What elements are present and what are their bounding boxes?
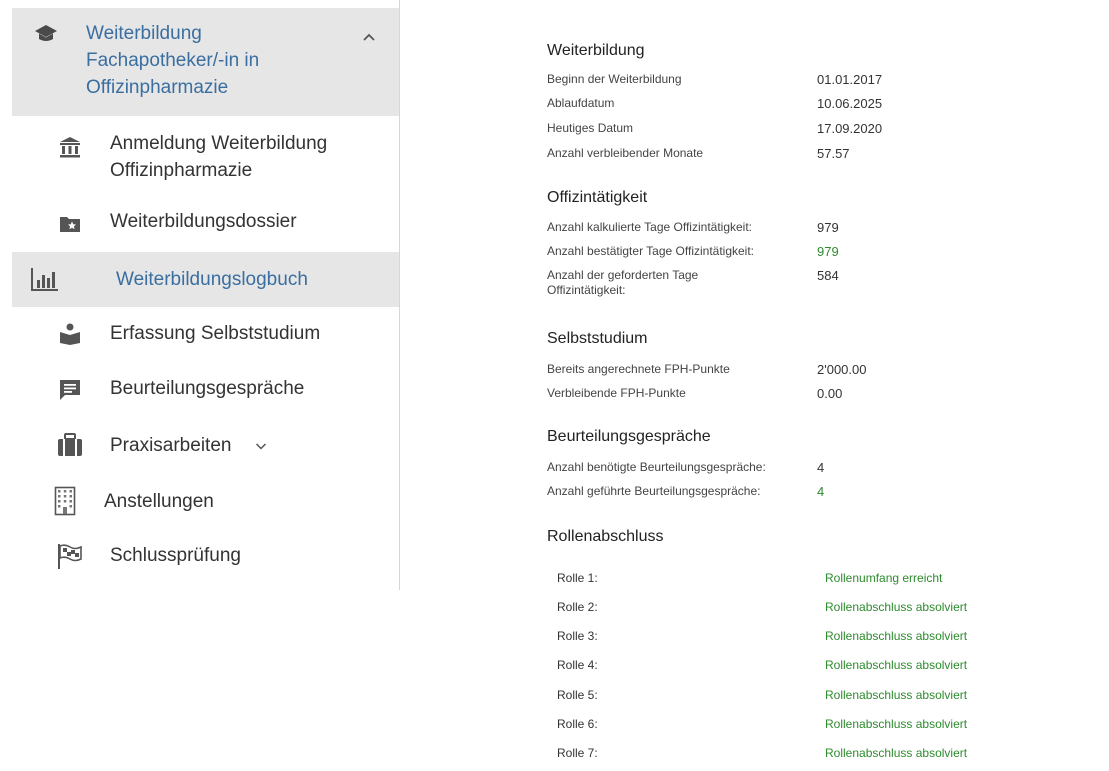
sidebar-group-weiterbildung[interactable]: Weiterbildung Fachapotheker/-in in Offiz…	[12, 8, 399, 116]
sidebar-item-anmeldung[interactable]: Anmeldung Weiterbildung Offizinpharmazie	[12, 122, 399, 192]
rolle-label: Rolle 5:	[557, 688, 598, 702]
building-icon	[54, 486, 76, 516]
sidebar-item-praxisarbeiten[interactable]: Praxisarbeiten	[12, 418, 399, 473]
rolle-status: Rollenabschluss absolviert	[825, 746, 968, 760]
sidebar-item-weiterbildungsdossier[interactable]: Weiterbildungsdossier	[12, 196, 399, 251]
section-title-weiterbildung: Weiterbildung	[547, 42, 645, 59]
field-label: Anzahl benötigte Beurteilungsgespräche:	[547, 460, 766, 474]
bank-icon	[60, 137, 80, 158]
field-label: Anzahl verbleibender Monate	[547, 146, 704, 160]
field-label: Verbleibende FPH-Punkte	[547, 386, 686, 400]
chevron-up-icon[interactable]	[362, 32, 376, 42]
field-value: 4	[817, 460, 825, 475]
rolle-status: Rollenabschluss absolviert	[825, 717, 968, 731]
section-title-beurteilungsgespraeche: Beurteilungsgespräche	[547, 428, 711, 445]
field-value: 979	[817, 244, 839, 259]
section-title-offizintaetigkeit: Offizintätigkeit	[547, 189, 648, 206]
sidebar-item-label: Anstellungen	[104, 491, 214, 512]
rolle-status: Rollenabschluss absolviert	[825, 658, 968, 672]
sidebar-item-label: Praxisarbeiten	[110, 435, 232, 456]
field-label: Bereits angerechnete FPH-Punkte	[547, 362, 730, 376]
checkered-flag-icon	[58, 544, 82, 569]
field-value: 2'000.00	[817, 362, 867, 377]
field-label: Anzahl kalkulierte Tage Offizintätigkeit…	[547, 220, 753, 234]
field-label: Anzahl bestätigter Tage Offizintätigkeit…	[547, 244, 755, 258]
field-value: 57.57	[817, 146, 850, 161]
rolle-status: Rollenabschluss absolviert	[825, 629, 968, 643]
section-title-selbststudium: Selbststudium	[547, 330, 648, 347]
graduation-cap-icon	[35, 25, 57, 41]
rolle-status: Rollenabschluss absolviert	[825, 600, 968, 614]
folder-star-icon	[60, 217, 80, 232]
field-value: 979	[817, 220, 839, 235]
sidebar-item-label: Erfassung Selbststudium	[110, 323, 321, 344]
rolle-label: Rolle 6:	[557, 717, 598, 731]
field-label: Heutiges Datum	[547, 121, 634, 135]
sidebar-group-title: Weiterbildung Fachapotheker/-in in Offiz…	[86, 23, 260, 98]
sidebar-item-weiterbildungslogbuch[interactable]: Weiterbildungslogbuch	[12, 252, 399, 307]
field-value: 01.01.2017	[817, 72, 883, 87]
field-label: Anzahl geführte Beurteilungsgespräche:	[547, 484, 761, 498]
field-value: 17.09.2020	[817, 121, 883, 136]
section-title-rollenabschluss: Rollenabschluss	[547, 528, 664, 545]
rolle-label: Rolle 7:	[557, 746, 598, 760]
chat-icon	[60, 380, 80, 400]
bar-chart-icon	[31, 268, 58, 291]
field-label: Beginn der Weiterbildung	[547, 72, 682, 86]
field-value: 10.06.2025	[817, 96, 883, 111]
field-value: 584	[817, 268, 839, 283]
sidebar: Weiterbildung Fachapotheker/-in in Offiz…	[0, 0, 400, 590]
field-label: Ablaufdatum	[547, 96, 615, 110]
sidebar-item-label: Anmeldung Weiterbildung Offizinpharmazie	[110, 133, 328, 181]
rolle-label: Rolle 1:	[557, 571, 598, 585]
sidebar-item-label: Schlussprüfung	[110, 545, 241, 566]
chevron-down-icon[interactable]	[255, 442, 267, 451]
field-value: 0.00	[817, 386, 843, 401]
sidebar-item-label: Weiterbildungsdossier	[110, 211, 297, 232]
field-value: 4	[817, 484, 825, 499]
sidebar-item-label: Beurteilungsgespräche	[110, 378, 305, 399]
rolle-status: Rollenumfang erreicht	[825, 571, 943, 585]
rolle-label: Rolle 3:	[557, 629, 598, 643]
rolle-status: Rollenabschluss absolviert	[825, 688, 968, 702]
sidebar-item-erfassung-selbststudium[interactable]: Erfassung Selbststudium	[12, 308, 399, 363]
field-label: Anzahl der geforderten Tage Offizintätig…	[547, 268, 699, 297]
sidebar-item-schlusspruefung[interactable]: Schlussprüfung	[12, 530, 399, 585]
rolle-label: Rolle 4:	[557, 658, 598, 672]
briefcase-icon	[58, 433, 82, 456]
sidebar-item-anstellungen[interactable]: Anstellungen	[12, 474, 399, 529]
sidebar-item-label: Weiterbildungslogbuch	[116, 269, 308, 290]
reading-person-icon	[60, 323, 80, 345]
rolle-label: Rolle 2:	[557, 600, 598, 614]
sidebar-item-beurteilungsgespraeche[interactable]: Beurteilungsgespräche	[12, 363, 399, 418]
